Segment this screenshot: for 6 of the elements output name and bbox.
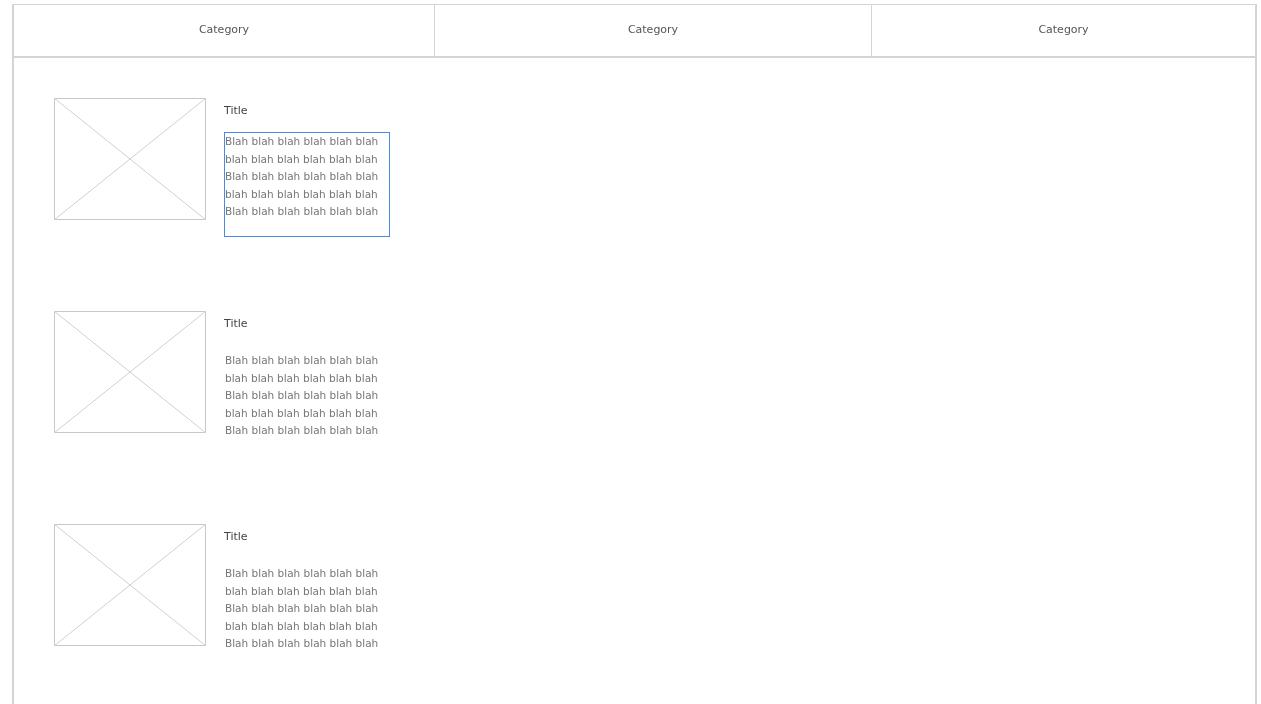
- item-title: Title: [224, 104, 249, 118]
- item-description[interactable]: Blah blah blah blah blah blah blah blah blah blah blah blah Blah blah blah blah blah blah blah blah blah blah blah blah Blah blah blah blah blah blah: [224, 132, 390, 237]
- item-title: Title: [224, 530, 249, 544]
- item-description: Blah blah blah blah blah blah blah blah blah blah blah blah Blah blah blah blah blah blah blah blah blah blah blah blah Blah blah blah blah blah blah: [224, 353, 380, 438]
- item-description: Blah blah blah blah blah blah blah blah blah blah blah blah Blah blah blah blah blah blah blah blah blah blah blah blah Blah blah blah blah blah blah: [224, 566, 380, 651]
- item-title: Title: [224, 317, 249, 331]
